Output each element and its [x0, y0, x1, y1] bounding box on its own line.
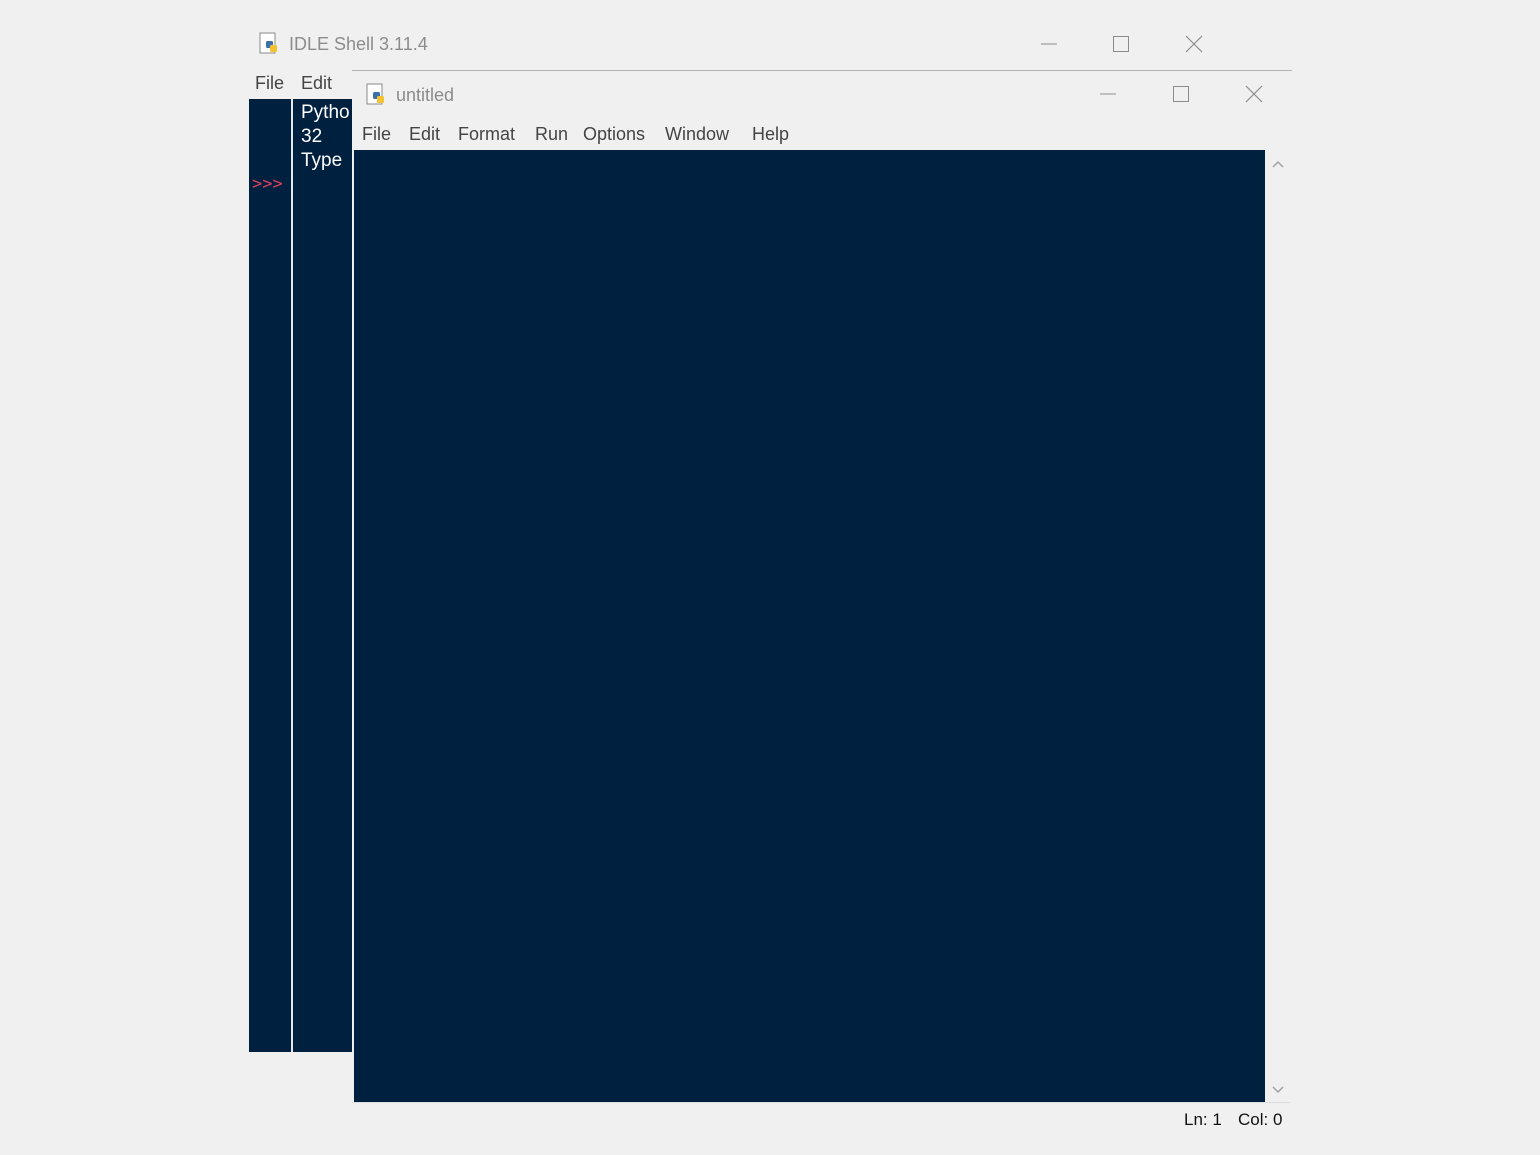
status-line-number: Ln: 1 [1184, 1110, 1222, 1129]
editor-text-area[interactable] [354, 150, 1265, 1102]
editor-window: untitled File Edit Format Run Options Wi… [352, 70, 1292, 1141]
editor-menu-file[interactable]: File [362, 124, 391, 145]
editor-menu-options[interactable]: Options [583, 124, 645, 145]
editor-status-bar: Ln: 1 Col: 0 [352, 1102, 1290, 1141]
python-app-icon [258, 32, 282, 56]
editor-vertical-scrollbar[interactable] [1265, 150, 1290, 1102]
shell-menu-edit[interactable]: Edit [301, 73, 332, 94]
editor-minimize-button[interactable] [1078, 74, 1138, 114]
shell-output-line: Pytho [301, 102, 350, 123]
editor-menu-help[interactable]: Help [752, 124, 789, 145]
shell-menu-file[interactable]: File [255, 73, 284, 94]
editor-maximize-button[interactable] [1151, 74, 1211, 114]
shell-prompt: >>> [252, 174, 283, 194]
scroll-up-arrow[interactable] [1271, 156, 1285, 174]
python-app-icon [365, 83, 389, 107]
shell-minimize-button[interactable] [1019, 24, 1079, 64]
minimize-icon [1041, 43, 1057, 45]
scroll-down-arrow[interactable] [1271, 1082, 1285, 1100]
shell-maximize-button[interactable] [1091, 24, 1151, 64]
editor-menu-window[interactable]: Window [665, 124, 729, 145]
status-column-number: Col: 0 [1238, 1110, 1283, 1129]
shell-output-line: 32 [301, 126, 323, 147]
close-icon [1185, 35, 1203, 53]
shell-prompt-gutter: >>> [249, 99, 291, 1052]
editor-menu-format[interactable]: Format [458, 124, 515, 145]
minimize-icon [1100, 93, 1116, 95]
shell-close-button[interactable] [1164, 24, 1224, 64]
editor-window-title: untitled [396, 85, 455, 105]
shell-window-title: IDLE Shell 3.11.4 [289, 34, 428, 54]
editor-menu-edit[interactable]: Edit [409, 124, 440, 145]
maximize-icon [1173, 86, 1189, 102]
close-icon [1245, 85, 1263, 103]
shell-output-line: Type [301, 150, 343, 171]
chevron-up-icon [1272, 160, 1284, 168]
editor-close-button[interactable] [1224, 74, 1284, 114]
maximize-icon [1113, 36, 1129, 52]
chevron-down-icon [1272, 1086, 1284, 1094]
editor-menu-run[interactable]: Run [535, 124, 568, 145]
